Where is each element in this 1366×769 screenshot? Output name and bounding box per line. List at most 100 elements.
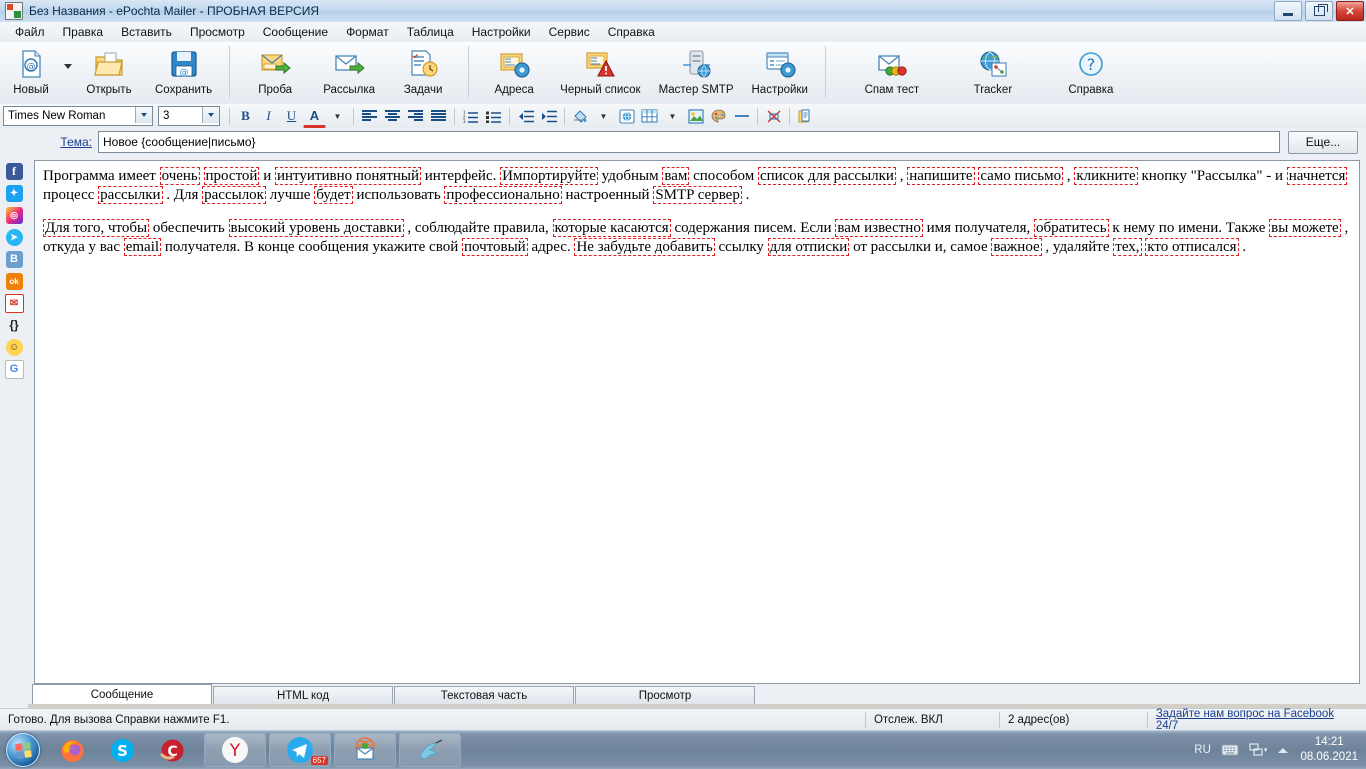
taskbar-task-telegram[interactable]: 657 [269,733,331,767]
insert-table-dropdown-icon[interactable]: ▼ [661,105,684,127]
spintax-token[interactable]: Импортируйте [500,167,598,185]
spintax-token[interactable]: важное [991,238,1042,256]
spintax-token[interactable]: вам [662,167,690,185]
spintax-token[interactable]: вам известно [835,219,923,237]
toolbar-button-smtp-wizard[interactable]: Мастер SMTP [650,42,743,105]
taskbar-app-ccleaner[interactable]: C [150,734,194,766]
spintax-token[interactable]: само письмо [978,167,1064,185]
spintax-token[interactable]: профессионально [444,186,562,204]
bold-button[interactable]: B [234,105,257,127]
align-right-button[interactable] [404,105,427,127]
font-color-button[interactable]: A [303,104,326,128]
sidebar-item-twitter[interactable]: ✦ [4,182,24,204]
insert-table-button[interactable] [638,105,661,127]
sidebar-item-email[interactable]: ✉ [4,292,24,314]
spintax-token[interactable]: тех, [1113,238,1142,256]
taskbar-task-yandex[interactable]: Y [204,733,266,767]
spintax-token[interactable]: кликните [1074,167,1138,185]
menu-item-format[interactable]: Формат [337,23,398,41]
clear-formatting-button[interactable] [762,105,785,127]
align-left-button[interactable] [358,105,381,127]
tab-text-part[interactable]: Текстовая часть [394,686,574,704]
menu-item-table[interactable]: Таблица [398,23,463,41]
taskbar-app-skype[interactable]: S [100,734,144,766]
spintax-token[interactable]: Для того, чтобы [43,219,150,237]
spintax-token[interactable]: простой [203,167,260,185]
tab-preview[interactable]: Просмотр [575,686,755,704]
maximize-button[interactable] [1305,1,1333,21]
taskbar-task-epochta[interactable] [334,733,396,767]
minimize-button[interactable] [1274,1,1302,21]
menu-item-help[interactable]: Справка [599,23,664,41]
taskbar-task-colibri[interactable] [399,733,461,767]
indent-button[interactable] [537,105,560,127]
sidebar-item-instagram[interactable]: ◎ [4,204,24,226]
toolbar-button-help[interactable]: ? Справка [1042,42,1140,105]
spintax-token[interactable]: рассылок [202,186,266,204]
paste-special-button[interactable] [794,105,817,127]
status-facebook-link[interactable]: Задайте нам вопрос на Facebook 24/7 [1148,708,1366,732]
insert-image-button[interactable] [684,105,707,127]
spintax-token[interactable]: вы можете [1269,219,1341,237]
spintax-token[interactable]: SMTP сервер [653,186,742,204]
toolbar-button-test[interactable]: Проба [238,42,312,105]
toolbar-button-send[interactable]: Рассылка [312,42,386,105]
chevron-down-icon[interactable] [135,107,152,123]
chevron-down-icon[interactable] [202,107,219,123]
fill-color-dropdown-icon[interactable]: ▼ [592,105,615,127]
spintax-token[interactable]: кто отписался [1145,238,1239,256]
spintax-token[interactable]: высокий уровень доставки [228,219,404,237]
sidebar-item-google[interactable]: G [4,358,24,380]
menu-item-edit[interactable]: Правка [54,23,113,41]
spintax-token[interactable]: которые касаются [552,219,671,237]
toolbar-button-tracker[interactable]: Tracker [944,42,1042,105]
tab-message[interactable]: Сообщение [32,684,212,704]
menu-item-view[interactable]: Просмотр [181,23,254,41]
spintax-token[interactable]: обратитесь [1034,219,1109,237]
spintax-token[interactable]: напишите [907,167,975,185]
network-icon[interactable]: ▾ [1249,743,1267,757]
toolbar-button-save[interactable]: @ Сохранить [146,42,221,105]
menu-item-message[interactable]: Сообщение [254,23,337,41]
align-justify-button[interactable] [427,105,450,127]
toolbar-button-blacklist[interactable]: Черный список [551,42,649,105]
spintax-token[interactable]: Не забудьте добавить [574,238,715,256]
toolbar-button-spam-test[interactable]: Спам тест [840,42,944,105]
sidebar-item-vkontakte[interactable]: B [4,248,24,270]
align-center-button[interactable] [381,105,404,127]
spintax-token[interactable]: будет [314,186,353,204]
spintax-token[interactable]: для отписки [767,238,850,256]
outdent-button[interactable] [514,105,537,127]
horizontal-rule-button[interactable] [730,105,753,127]
subject-input[interactable] [98,131,1280,153]
fill-color-button[interactable] [569,105,592,127]
sidebar-item-telegram[interactable]: ➤ [4,226,24,248]
message-editor[interactable]: Программа имеет очень простой и интуитив… [34,160,1360,684]
numbered-list-button[interactable]: 123 [459,105,482,127]
tray-language[interactable]: RU [1194,744,1211,756]
start-button[interactable] [2,733,44,767]
new-dropdown-arrow-icon[interactable] [64,64,72,69]
font-family-select[interactable]: Times New Roman [3,106,153,126]
spintax-token[interactable]: рассылки [98,186,163,204]
sidebar-item-macro[interactable]: {} [4,314,24,336]
italic-button[interactable]: I [257,105,280,127]
font-size-select[interactable]: 3 [158,106,220,126]
close-button[interactable]: ✕ [1336,1,1364,21]
toolbar-button-addresses[interactable]: Адреса [477,42,551,105]
sidebar-item-odnoklassniki[interactable]: ok [4,270,24,292]
taskbar-clock[interactable]: 14:21 08.06.2021 [1300,735,1358,765]
bulleted-list-button[interactable] [482,105,505,127]
spintax-token[interactable]: начнется [1286,167,1348,185]
menu-item-insert[interactable]: Вставить [112,23,181,41]
menu-item-settings[interactable]: Настройки [463,23,540,41]
more-button[interactable]: Еще... [1288,130,1358,154]
keyboard-icon[interactable] [1221,744,1239,756]
spintax-token[interactable]: очень [159,167,200,185]
spintax-token[interactable]: почтовый [461,238,528,256]
sidebar-item-facebook[interactable]: f [4,160,24,182]
toolbar-button-open[interactable]: Открыть [72,42,146,105]
toolbar-button-tasks[interactable]: Задачи [386,42,460,105]
subject-label[interactable]: Тема: [0,135,98,149]
spintax-token[interactable]: список для рассылки [757,167,896,185]
